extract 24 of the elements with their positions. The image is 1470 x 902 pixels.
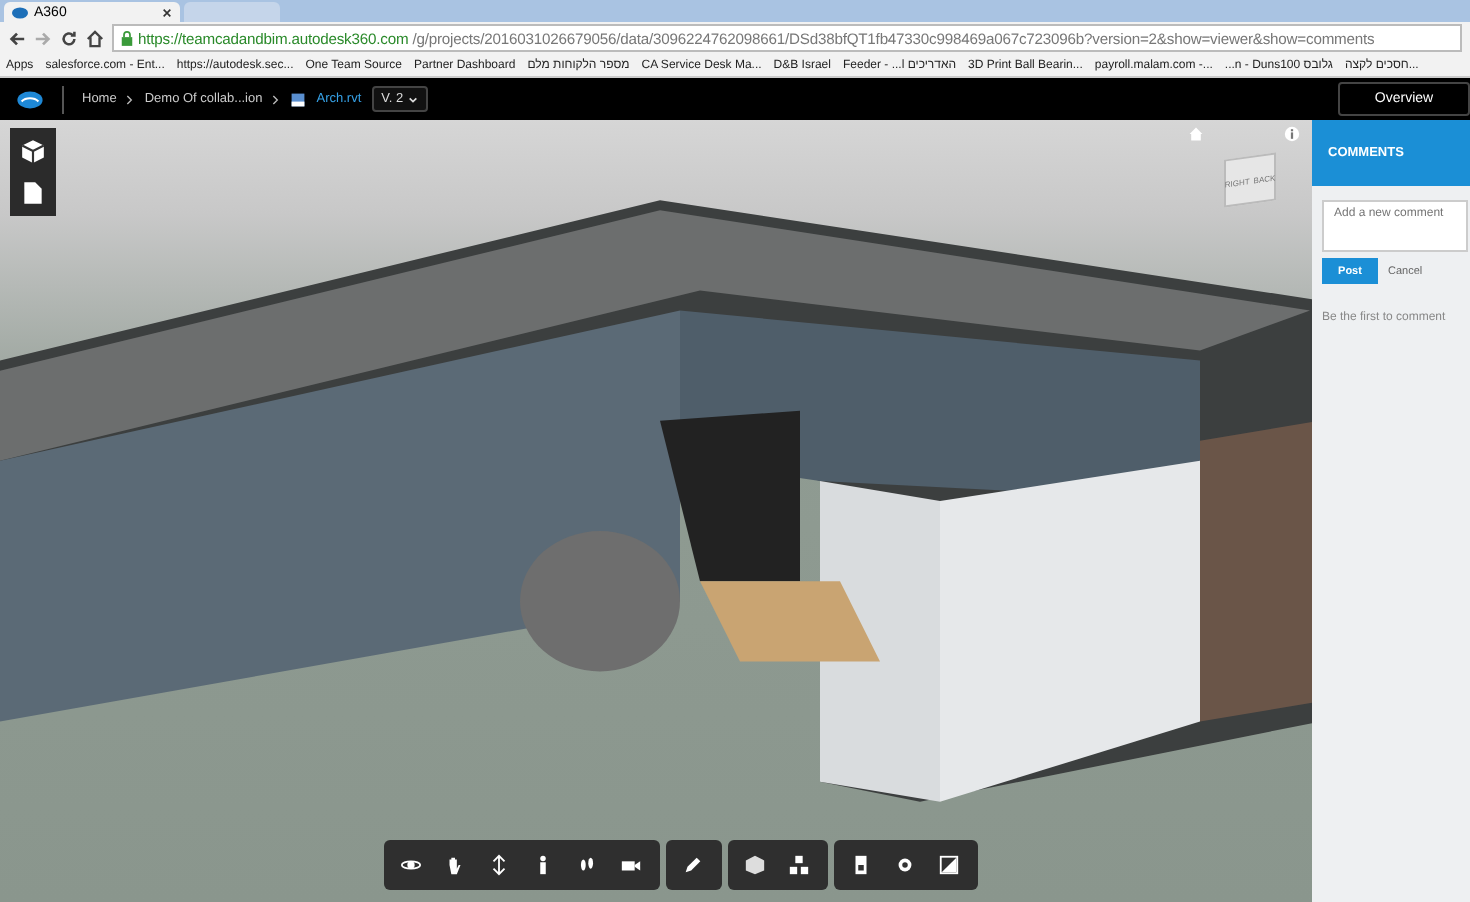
info-icon[interactable] [1284,126,1300,142]
cube-icon [744,854,766,876]
arrows-icon [488,854,510,876]
page-icon [20,180,46,206]
document-icon [290,91,307,107]
reload-icon[interactable] [60,29,78,47]
home-icon[interactable] [86,29,104,47]
document-icon [850,854,872,876]
footprints-icon [576,854,598,876]
back-icon[interactable] [8,29,26,47]
orbit-icon [400,854,422,876]
pen-icon [682,854,704,876]
hand-icon [444,854,466,876]
cube-icon [20,138,46,164]
cubes-icon [788,854,810,876]
caret-icon [407,95,418,103]
chevron-icon [126,93,135,105]
close-icon[interactable] [162,7,172,17]
cloud-logo-icon [12,5,28,19]
chevron-icon [272,93,281,105]
settings-icon [894,854,916,876]
cloud-logo-icon[interactable] [16,89,44,109]
lock-icon [120,30,134,46]
fullscreen-icon [938,854,960,876]
